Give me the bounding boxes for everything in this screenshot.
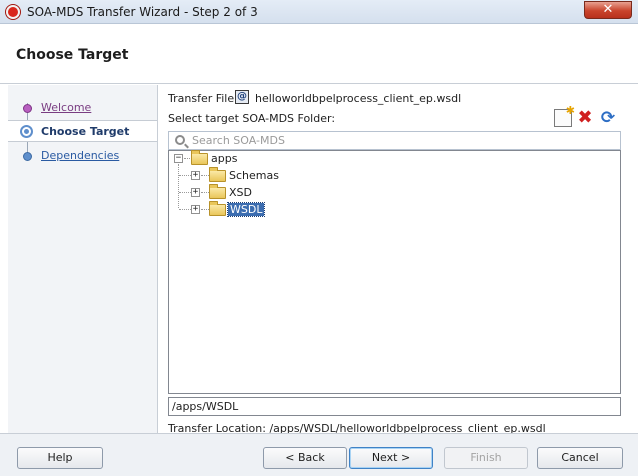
step-visited-icon (23, 104, 32, 113)
tree-node-schemas[interactable]: + Schemas (169, 167, 289, 184)
tree-connector (179, 192, 191, 193)
search-field[interactable] (168, 131, 621, 150)
tree-connector (179, 209, 191, 210)
wsdl-file-icon: @ (235, 90, 249, 104)
step-label: Choose Target (41, 125, 130, 138)
folder-icon (209, 167, 226, 182)
expand-toggle-icon[interactable]: + (191, 205, 200, 214)
wizard-steps: Welcome Choose Target Dependencies (8, 85, 158, 433)
tree-node-wsdl[interactable]: + WSDL (169, 201, 289, 218)
app-logo-icon (6, 5, 20, 19)
search-input[interactable] (192, 133, 612, 148)
page-header: Choose Target (0, 24, 638, 84)
target-path-field[interactable]: /apps/WSDL (168, 397, 621, 416)
step-label: Welcome (41, 101, 92, 114)
step-choose-target[interactable]: Choose Target (8, 120, 157, 142)
folder-icon (191, 150, 208, 165)
search-icon (175, 135, 185, 145)
tree-node-label: XSD (229, 186, 252, 199)
new-folder-icon[interactable] (554, 104, 575, 127)
select-folder-label: Select target SOA-MDS Folder: (168, 112, 336, 125)
tree-connector (201, 209, 209, 210)
delete-icon[interactable]: ✖ (576, 109, 594, 127)
tree-connector (201, 175, 209, 176)
help-button[interactable]: Help (17, 447, 103, 469)
step-current-icon (20, 125, 33, 138)
cancel-button[interactable]: Cancel (537, 447, 623, 469)
tree-node-apps[interactable]: − apps (169, 150, 289, 167)
tree-connector (201, 192, 209, 193)
back-button[interactable]: < Back (263, 447, 347, 469)
close-button[interactable]: ✕ (584, 1, 632, 19)
next-button[interactable]: Next > (349, 447, 433, 469)
tree-connector (179, 175, 191, 176)
folder-icon (209, 201, 226, 216)
step-dependencies[interactable]: Dependencies (8, 145, 157, 167)
expand-toggle-icon[interactable]: + (191, 171, 200, 180)
page-title: Choose Target (16, 47, 129, 63)
refresh-icon[interactable]: ⟳ (599, 109, 617, 127)
tree-node-label: Schemas (229, 169, 279, 182)
tree-node-label-selected: WSDL (226, 202, 266, 217)
finish-button[interactable]: Finish (444, 447, 528, 469)
window-title: SOA-MDS Transfer Wizard - Step 2 of 3 (27, 5, 258, 19)
transfer-file-name: helloworldbpelprocess_client_ep.wsdl (255, 92, 462, 105)
title-bar: SOA-MDS Transfer Wizard - Step 2 of 3 ✕ (0, 0, 638, 24)
button-bar: Help < Back Next > Finish Cancel (0, 433, 638, 476)
transfer-file-label: Transfer File: (168, 92, 238, 105)
step-label: Dependencies (41, 149, 120, 162)
folder-icon (209, 184, 226, 199)
wizard-content: Transfer File: @ helloworldbpelprocess_c… (158, 85, 638, 435)
step-welcome[interactable]: Welcome (8, 97, 157, 119)
collapse-toggle-icon[interactable]: − (174, 154, 183, 163)
tree-node-label: apps (211, 152, 238, 165)
tree-node-xsd[interactable]: + XSD (169, 184, 289, 201)
step-pending-icon (23, 152, 32, 161)
expand-toggle-icon[interactable]: + (191, 188, 200, 197)
folder-tree[interactable]: − apps + Schemas + XSD + WSDL (168, 150, 621, 394)
